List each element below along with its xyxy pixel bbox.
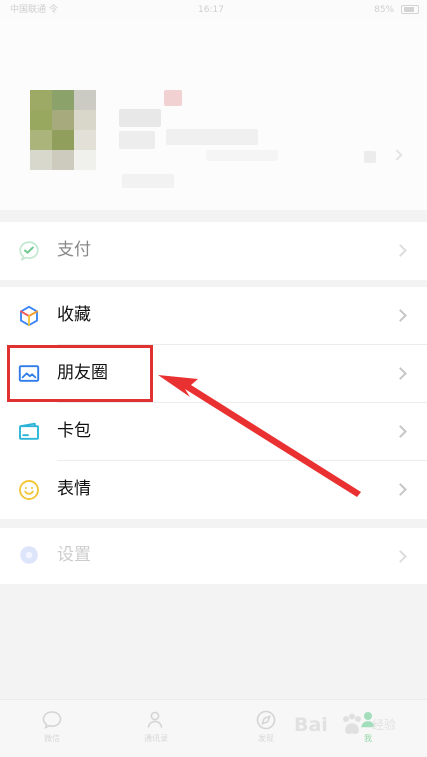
me-icon bbox=[361, 712, 375, 728]
tab-me[interactable]: 我 bbox=[338, 708, 398, 754]
moments-picture-icon bbox=[18, 365, 40, 382]
blurred-profile-status[interactable] bbox=[122, 174, 174, 188]
carrier-signal: 中国联通 令 bbox=[10, 5, 58, 15]
tab-label-me: 我 bbox=[364, 734, 372, 743]
tab-discover[interactable]: 发现 bbox=[236, 708, 296, 754]
tools-section: 收藏 朋友圈 卡包 表情 bbox=[0, 287, 427, 519]
smile-icon bbox=[19, 480, 39, 500]
chevron-right-icon bbox=[394, 483, 407, 496]
tab-contacts[interactable]: 通讯录 bbox=[126, 708, 186, 754]
menu-row-card-wallet[interactable]: 卡包 bbox=[0, 403, 427, 461]
battery-status: 85% bbox=[374, 0, 419, 20]
qr-code-icon[interactable] bbox=[364, 151, 376, 163]
card-wallet-icon bbox=[19, 422, 39, 440]
menu-label-settings: 设置 bbox=[57, 545, 91, 565]
favorites-cube-icon bbox=[20, 305, 38, 327]
menu-row-favorites[interactable]: 收藏 bbox=[0, 287, 427, 345]
chevron-right-icon bbox=[394, 244, 407, 257]
battery-icon bbox=[401, 5, 419, 14]
discover-icon bbox=[256, 710, 276, 730]
menu-row-stickers[interactable]: 表情 bbox=[0, 461, 427, 519]
bottom-navigation: 微信 通讯录 发现 我 bbox=[0, 699, 427, 757]
tab-label-discover: 发现 bbox=[258, 734, 274, 743]
blurred-profile-subtext bbox=[206, 150, 278, 161]
menu-label-moments: 朋友圈 bbox=[57, 363, 108, 383]
menu-label-stickers: 表情 bbox=[57, 479, 91, 499]
tab-chats[interactable]: 微信 bbox=[22, 708, 82, 754]
chat-icon bbox=[42, 711, 62, 730]
contacts-icon bbox=[147, 711, 163, 728]
avatar[interactable] bbox=[30, 90, 96, 170]
blurred-profile-id bbox=[119, 131, 155, 149]
profile-card[interactable] bbox=[0, 20, 427, 210]
menu-label-payment: 支付 bbox=[57, 240, 91, 260]
chevron-right-icon bbox=[394, 309, 407, 322]
chevron-right-icon bbox=[394, 367, 407, 380]
payment-section: 支付 bbox=[0, 222, 427, 280]
chevron-right-icon bbox=[394, 550, 407, 563]
menu-row-settings[interactable]: 设置 bbox=[0, 528, 427, 584]
blurred-profile-accent bbox=[164, 90, 182, 106]
wechat-pay-icon bbox=[19, 241, 39, 262]
blurred-profile-name bbox=[119, 109, 161, 127]
profile-chevron-icon[interactable] bbox=[391, 149, 403, 161]
menu-row-moments[interactable]: 朋友圈 bbox=[0, 345, 427, 403]
settings-section: 设置 bbox=[0, 528, 427, 584]
menu-label-favorites: 收藏 bbox=[57, 305, 91, 325]
settings-icon bbox=[20, 546, 38, 564]
blurred-profile-id-extended bbox=[166, 129, 258, 145]
menu-label-card-wallet: 卡包 bbox=[57, 421, 91, 441]
status-bar: 中国联通 令 16:17 85% bbox=[0, 0, 427, 20]
menu-row-payment[interactable]: 支付 bbox=[0, 222, 427, 280]
tab-label-contacts: 通讯录 bbox=[144, 734, 168, 743]
chevron-right-icon bbox=[394, 425, 407, 438]
tab-label-chats: 微信 bbox=[44, 734, 60, 743]
battery-percent: 85% bbox=[374, 5, 395, 15]
status-time: 16:17 bbox=[198, 5, 224, 15]
wechat-me-screen: 中国联通 令 16:17 85% 支付 收藏 朋友圈 卡包 表情 设置 微信 通… bbox=[0, 0, 427, 757]
